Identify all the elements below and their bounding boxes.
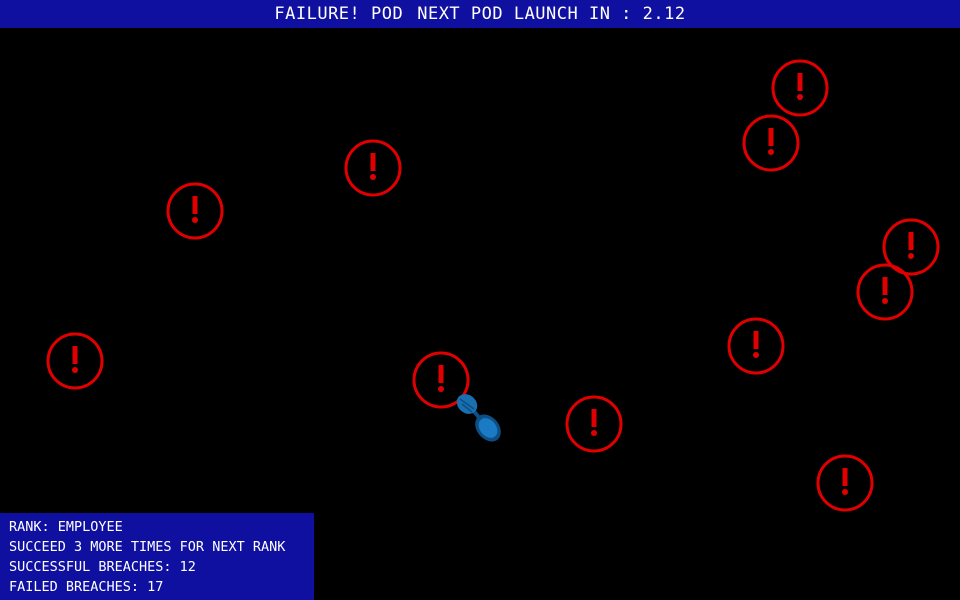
- stats-panel: RANK: EMPLOYEE SUCCEED 3 MORE TIMES FOR …: [0, 513, 314, 600]
- alert-icon: [856, 263, 914, 321]
- alert-icon: [742, 114, 800, 172]
- rank-text: RANK: EMPLOYEE: [9, 519, 123, 535]
- alert-icon: [771, 59, 829, 117]
- alert-icon: [727, 317, 785, 375]
- status-text: FAILURE! POD: [274, 4, 404, 24]
- top-status-bar: FAILURE! POD NEXT POD LAUNCH IN : 2.12: [0, 0, 960, 28]
- alert-icon: [166, 182, 224, 240]
- failed-breaches-text: FAILED BREACHES: 17: [9, 579, 164, 595]
- pod-icon: [456, 394, 501, 442]
- successful-breaches-text: SUCCESSFUL BREACHES: 12: [9, 559, 196, 575]
- next-rank-text: SUCCEED 3 MORE TIMES FOR NEXT RANK: [9, 539, 286, 555]
- alert-icon: [816, 454, 874, 512]
- alert-icon: [46, 332, 104, 390]
- alert-icon: [344, 139, 402, 197]
- alert-icon: [565, 395, 623, 453]
- launch-timer: NEXT POD LAUNCH IN : 2.12: [417, 4, 686, 24]
